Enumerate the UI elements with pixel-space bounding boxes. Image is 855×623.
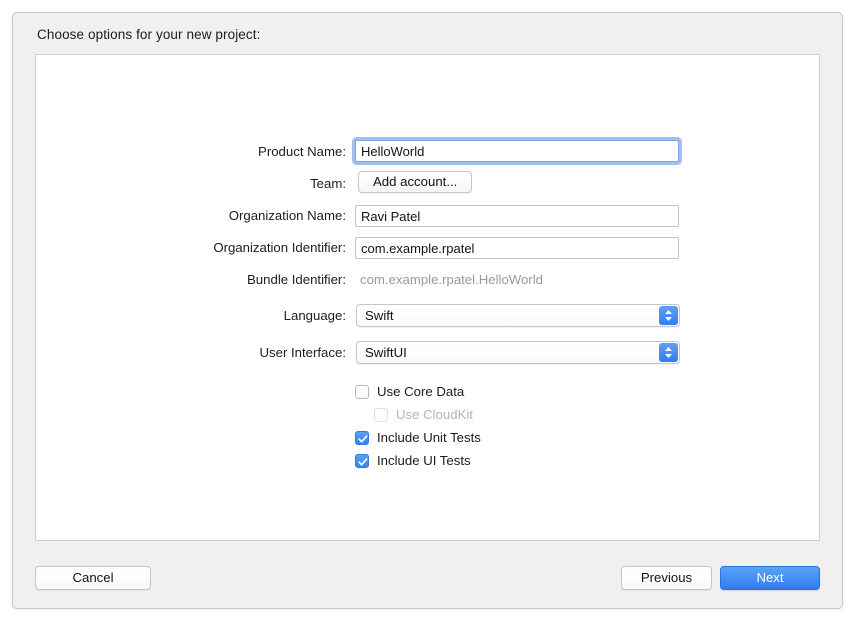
- language-label: Language:: [36, 303, 346, 329]
- use-cloudkit-checkbox: [374, 408, 388, 422]
- include-unit-tests-label: Include Unit Tests: [377, 428, 481, 448]
- user-interface-label: User Interface:: [36, 340, 346, 366]
- team-label: Team:: [36, 171, 346, 197]
- options-panel: Product Name: Team: Add account... Organ…: [35, 54, 820, 541]
- form-row-product-name: Product Name:: [36, 139, 819, 165]
- new-project-options-dialog: Choose options for your new project: Pro…: [12, 12, 843, 609]
- form-row-user-interface: User Interface: SwiftUI: [36, 340, 819, 366]
- include-unit-tests-checkbox[interactable]: [355, 431, 369, 445]
- use-core-data-checkbox[interactable]: [355, 385, 369, 399]
- organization-identifier-input[interactable]: [355, 237, 679, 259]
- product-name-input[interactable]: [355, 140, 679, 162]
- checkbox-row-use-core-data[interactable]: Use Core Data: [355, 382, 464, 402]
- form-row-team: Team: Add account...: [36, 171, 819, 197]
- organization-name-label: Organization Name:: [36, 203, 346, 229]
- organization-name-input[interactable]: [355, 205, 679, 227]
- checkbox-row-include-unit-tests[interactable]: Include Unit Tests: [355, 428, 481, 448]
- chevron-up-down-icon: [659, 306, 678, 325]
- cancel-button[interactable]: Cancel: [35, 566, 151, 590]
- chevron-up-down-icon: [659, 343, 678, 362]
- form-row-organization-identifier: Organization Identifier:: [36, 235, 819, 261]
- use-core-data-label: Use Core Data: [377, 382, 464, 402]
- organization-identifier-label: Organization Identifier:: [36, 235, 346, 261]
- language-popup-value: Swift: [365, 305, 394, 326]
- user-interface-popup-button[interactable]: SwiftUI: [356, 341, 680, 364]
- use-cloudkit-label: Use CloudKit: [396, 405, 473, 425]
- form-row-language: Language: Swift: [36, 303, 819, 329]
- include-ui-tests-checkbox[interactable]: [355, 454, 369, 468]
- include-ui-tests-label: Include UI Tests: [377, 451, 471, 471]
- form-row-organization-name: Organization Name:: [36, 203, 819, 229]
- previous-button[interactable]: Previous: [621, 566, 712, 590]
- bundle-identifier-label: Bundle Identifier:: [36, 267, 346, 293]
- page-title: Choose options for your new project:: [37, 27, 260, 42]
- checkbox-row-use-cloudkit: Use CloudKit: [374, 405, 473, 425]
- next-button[interactable]: Next: [720, 566, 820, 590]
- bundle-identifier-value: com.example.rpatel.HelloWorld: [355, 269, 543, 291]
- form-row-bundle-identifier: Bundle Identifier: com.example.rpatel.He…: [36, 267, 819, 293]
- add-account-button[interactable]: Add account...: [358, 171, 472, 193]
- user-interface-popup-value: SwiftUI: [365, 342, 407, 363]
- checkbox-row-include-ui-tests[interactable]: Include UI Tests: [355, 451, 471, 471]
- language-popup-button[interactable]: Swift: [356, 304, 680, 327]
- product-name-label: Product Name:: [36, 139, 346, 165]
